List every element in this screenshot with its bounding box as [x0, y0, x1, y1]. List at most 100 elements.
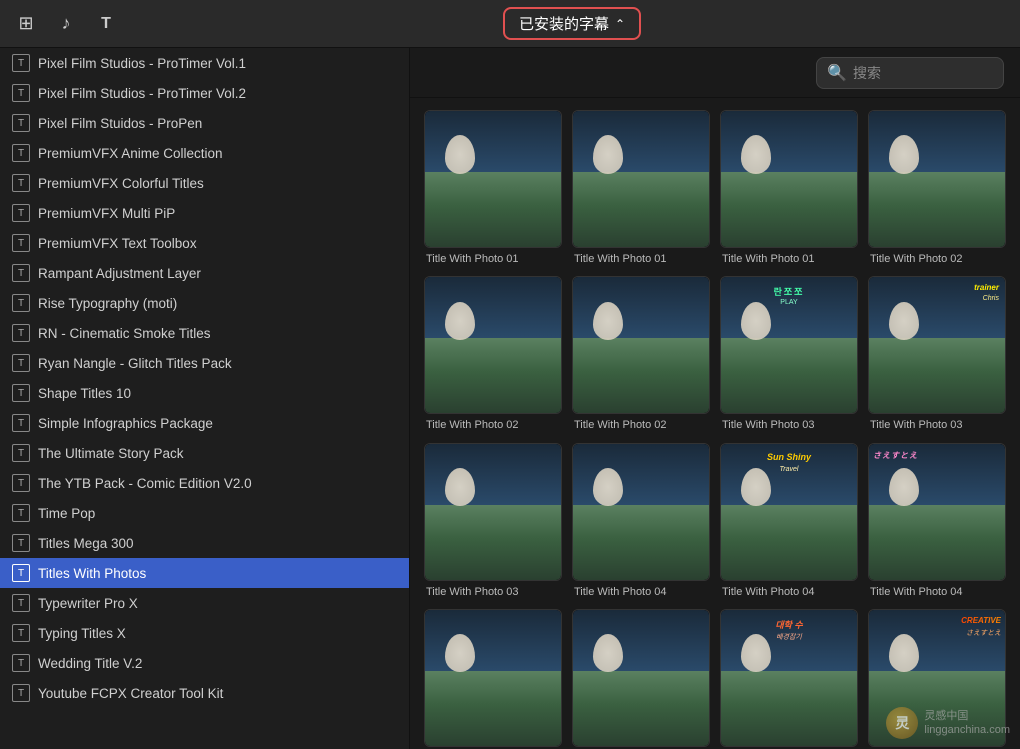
- sidebar-item-icon-6: T: [12, 234, 30, 252]
- sidebar-item-12[interactable]: T Simple Infographics Package: [0, 408, 409, 438]
- text-icon[interactable]: T: [92, 10, 120, 38]
- thumbnail-3: MANGO music: [868, 110, 1006, 248]
- grid-label-11: Title With Photo 04: [868, 585, 1006, 599]
- grid-item-13[interactable]: TitleMaker Title With Photo 05: [572, 609, 710, 749]
- sidebar-item-icon-5: T: [12, 204, 30, 222]
- sidebar-item-icon-12: T: [12, 414, 30, 432]
- grid-item-10[interactable]: Sun Shiny Travel Title With Photo 04: [720, 443, 858, 599]
- thumbnail-10: Sun Shiny Travel: [720, 443, 858, 581]
- sidebar-item-label-20: Wedding Title V.2: [38, 656, 142, 671]
- search-icon: 🔍: [827, 63, 847, 83]
- grid-icon[interactable]: ⊞: [12, 10, 40, 38]
- grid-label-7: Title With Photo 03: [868, 418, 1006, 432]
- sidebar-item-label-14: The YTB Pack - Comic Edition V2.0: [38, 476, 252, 491]
- sidebar-item-icon-17: T: [12, 564, 30, 582]
- grid-item-9[interactable]: with photos Title With Photo 04: [572, 443, 710, 599]
- grid-label-10: Title With Photo 04: [720, 585, 858, 599]
- sidebar-item-label-16: Titles Mega 300: [38, 536, 134, 551]
- sidebar-item-icon-18: T: [12, 594, 30, 612]
- installed-dropdown[interactable]: 已安装的字幕 ⌃: [503, 7, 641, 40]
- grid-item-2[interactable]: Jennifer Gibbs Student Title With Photo …: [720, 110, 858, 266]
- thumbnail-8: Olivia Wilson Tutor: [424, 443, 562, 581]
- grid-item-11[interactable]: さえすとえ Title With Photo 04: [868, 443, 1006, 599]
- sidebar-item-19[interactable]: TTyping Titles X: [0, 618, 409, 648]
- sidebar-item-icon-19: T: [12, 624, 30, 642]
- sidebar-item-17[interactable]: TTitles With Photos: [0, 558, 409, 588]
- thumbnail-2: Jennifer Gibbs Student: [720, 110, 858, 248]
- sidebar-item-21[interactable]: TYoutube FCPX Creator Tool Kit: [0, 678, 409, 708]
- watermark: 灵 灵感中国lingganchina.com: [886, 707, 1010, 739]
- watermark-logo: 灵: [886, 707, 918, 739]
- sidebar-item-16[interactable]: T Titles Mega 300: [0, 528, 409, 558]
- sidebar-item-15[interactable]: T Time Pop: [0, 498, 409, 528]
- content-header: 🔍: [410, 48, 1020, 98]
- grid-label-5: Title With Photo 02: [572, 418, 710, 432]
- sidebar-item-label-11: Shape Titles 10: [38, 386, 131, 401]
- thumbnail-12: 갔수 카 충남자: [424, 609, 562, 747]
- grid-label-4: Title With Photo 02: [424, 418, 562, 432]
- grid-item-1[interactable]: Producer Studios Title With Photo 01: [572, 110, 710, 266]
- sidebar-item-icon-20: T: [12, 654, 30, 672]
- sidebar-item-6[interactable]: TPremiumVFX Text Toolbox: [0, 228, 409, 258]
- thumbnail-5: Together Tutor: [572, 276, 710, 414]
- grid-label-2: Title With Photo 01: [720, 252, 858, 266]
- sidebar-item-icon-2: T: [12, 114, 30, 132]
- sidebar-item-label-12: Simple Infographics Package: [38, 416, 213, 431]
- sidebar-item-icon-16: T: [12, 534, 30, 552]
- grid-item-7[interactable]: trainer Chris Title With Photo 03: [868, 276, 1006, 432]
- sidebar-item-9[interactable]: TRN - Cinematic Smoke Titles: [0, 318, 409, 348]
- sidebar-item-14[interactable]: TThe YTB Pack - Comic Edition V2.0: [0, 468, 409, 498]
- sidebar-item-label-3: PremiumVFX Anime Collection: [38, 146, 223, 161]
- grid-item-14[interactable]: 대학 수 배경잡기 Title With Photo 05: [720, 609, 858, 749]
- thumbnail-grid: SUSAN GARCIA Student Title With Photo 01…: [424, 110, 1006, 749]
- sidebar-item-label-10: Ryan Nangle - Glitch Titles Pack: [38, 356, 232, 371]
- sidebar-item-icon-10: T: [12, 354, 30, 372]
- grid-item-3[interactable]: MANGO music Title With Photo 02: [868, 110, 1006, 266]
- sidebar-item-label-13: The Ultimate Story Pack: [38, 446, 184, 461]
- thumbnail-13: TitleMaker: [572, 609, 710, 747]
- search-box[interactable]: 🔍: [816, 57, 1004, 89]
- sidebar-item-4[interactable]: TPremiumVFX Colorful Titles: [0, 168, 409, 198]
- grid-item-8[interactable]: Olivia Wilson Tutor Title With Photo 03: [424, 443, 562, 599]
- search-input[interactable]: [853, 65, 993, 81]
- music-icon[interactable]: ♪: [52, 10, 80, 38]
- watermark-text: 灵感中国lingganchina.com: [924, 709, 1010, 738]
- sidebar-item-3[interactable]: TPremiumVFX Anime Collection: [0, 138, 409, 168]
- grid-label-9: Title With Photo 04: [572, 585, 710, 599]
- content-area: 🔍 SUSAN GARCIA Student Title With Photo …: [410, 48, 1020, 749]
- sidebar-item-18[interactable]: T Typewriter Pro X: [0, 588, 409, 618]
- grid-item-0[interactable]: SUSAN GARCIA Student Title With Photo 01: [424, 110, 562, 266]
- sidebar-item-0[interactable]: TPixel Film Studios - ProTimer Vol.1: [0, 48, 409, 78]
- sidebar-item-icon-13: T: [12, 444, 30, 462]
- sidebar-item-13[interactable]: T The Ultimate Story Pack: [0, 438, 409, 468]
- sidebar-item-icon-11: T: [12, 384, 30, 402]
- grid-item-6[interactable]: 란쪼쪼 PLAY Title With Photo 03: [720, 276, 858, 432]
- grid-label-3: Title With Photo 02: [868, 252, 1006, 266]
- sidebar-item-20[interactable]: T Wedding Title V.2: [0, 648, 409, 678]
- sidebar-item-7[interactable]: TRampant Adjustment Layer: [0, 258, 409, 288]
- chevron-icon: ⌃: [615, 17, 625, 31]
- sidebar-item-label-5: PremiumVFX Multi PiP: [38, 206, 175, 221]
- sidebar-item-label-21: Youtube FCPX Creator Tool Kit: [38, 686, 223, 701]
- sidebar-item-label-18: Typewriter Pro X: [38, 596, 138, 611]
- thumbnail-4: 남성 모델: [424, 276, 562, 414]
- sidebar-item-label-15: Time Pop: [38, 506, 95, 521]
- dropdown-label: 已安装的字幕: [519, 13, 609, 34]
- sidebar-item-11[interactable]: T Shape Titles 10: [0, 378, 409, 408]
- sidebar-item-icon-15: T: [12, 504, 30, 522]
- sidebar-item-8[interactable]: TRise Typography (moti): [0, 288, 409, 318]
- grid-item-4[interactable]: 남성 모델 Title With Photo 02: [424, 276, 562, 432]
- thumbnail-14: 대학 수 배경잡기: [720, 609, 858, 747]
- sidebar-item-label-7: Rampant Adjustment Layer: [38, 266, 201, 281]
- top-bar-center: 已安装的字幕 ⌃: [136, 7, 1008, 40]
- grid-item-12[interactable]: 갔수 카 충남자 Title With Photo 05: [424, 609, 562, 749]
- sidebar-item-2[interactable]: T Pixel Film Stuidos - ProPen: [0, 108, 409, 138]
- sidebar-item-1[interactable]: TPixel Film Studios - ProTimer Vol.2: [0, 78, 409, 108]
- grid-label-6: Title With Photo 03: [720, 418, 858, 432]
- sidebar-item-5[interactable]: T PremiumVFX Multi PiP: [0, 198, 409, 228]
- sidebar-item-10[interactable]: T Ryan Nangle - Glitch Titles Pack: [0, 348, 409, 378]
- grid-item-5[interactable]: Together Tutor Title With Photo 02: [572, 276, 710, 432]
- grid-label-1: Title With Photo 01: [572, 252, 710, 266]
- main-area: TPixel Film Studios - ProTimer Vol.1TPix…: [0, 48, 1020, 749]
- sidebar-item-label-2: Pixel Film Stuidos - ProPen: [38, 116, 202, 131]
